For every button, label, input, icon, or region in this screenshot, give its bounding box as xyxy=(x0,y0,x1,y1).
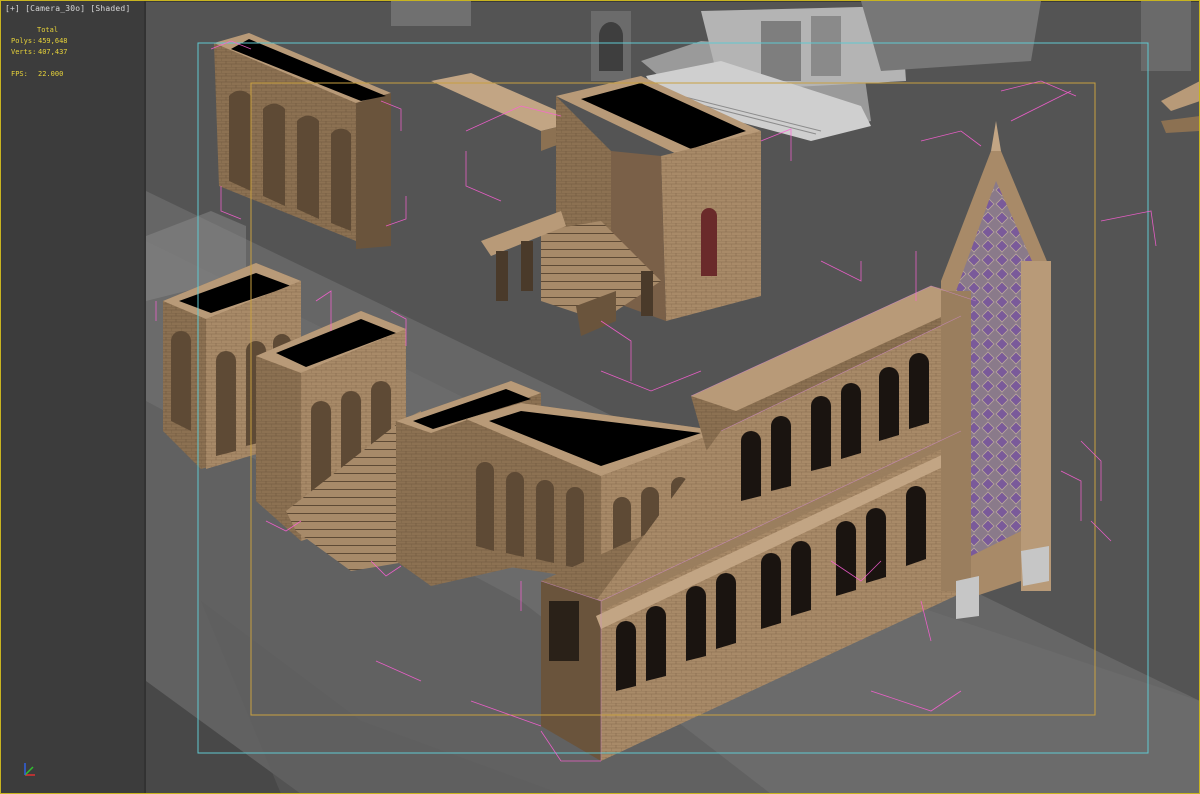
stats-polys-row: Polys: 459,648 xyxy=(11,36,68,47)
viewport-shading-menu[interactable]: [Shaded] xyxy=(90,4,130,13)
camera-viewport[interactable]: [+] [Camera_30o] [Shaded] Total Polys: 4… xyxy=(0,0,1200,794)
y-axis xyxy=(24,766,34,776)
viewport-label-menu: [+] [Camera_30o] [Shaded] xyxy=(5,4,130,13)
viewport-statistics: Total Polys: 459,648 Verts: 407,437 FPS:… xyxy=(11,25,68,80)
viewport-camera-menu[interactable]: [Camera_30o] xyxy=(25,4,85,13)
fps-label: FPS: xyxy=(11,70,28,78)
viewport-scene[interactable] xyxy=(1,1,1200,794)
verts-value: 407,437 xyxy=(38,48,68,56)
stats-verts-row: Verts: 407,437 xyxy=(11,47,68,58)
polys-value: 459,648 xyxy=(38,37,68,45)
viewport-plus-menu[interactable]: [+] xyxy=(5,4,20,13)
stats-header: Total xyxy=(37,26,59,34)
verts-label: Verts: xyxy=(11,48,37,56)
fps-value: 22.000 xyxy=(38,70,64,78)
viewport-left-panel xyxy=(2,1,146,793)
polys-label: Polys: xyxy=(11,37,37,45)
axis-gizmo-icon xyxy=(24,763,35,776)
stats-fps-row: FPS: 22.000 xyxy=(11,69,68,80)
